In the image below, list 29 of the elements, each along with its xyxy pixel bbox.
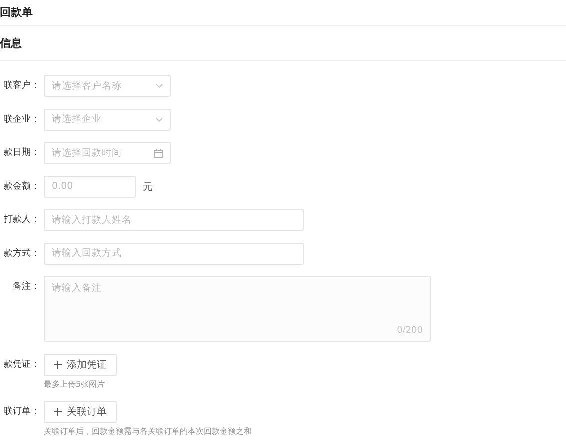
field-label: 打款人： (4, 214, 40, 227)
chevron-down-icon (156, 84, 163, 88)
field-label: 联订单： (4, 406, 40, 419)
calendar-icon (154, 148, 163, 158)
add-button[interactable]: 关联订单 (44, 401, 117, 423)
field-label: 联企业： (4, 114, 40, 126)
hint-text: 关联订单后，回款金额需与各关联订单的本次回款金额之和 (44, 426, 252, 437)
add-button[interactable]: 添加凭证 (44, 354, 117, 376)
field-label: 款方式： (4, 248, 40, 260)
text-field[interactable]: 请输入打款人姓名 (44, 209, 304, 231)
notes-field[interactable]: 请输入备注 0/200 (44, 276, 431, 342)
page-title: 回款单 (0, 5, 33, 20)
field-label: 款日期： (4, 146, 40, 160)
field-label: 联客户： (4, 80, 40, 93)
amount-field[interactable]: 0.00 (44, 176, 136, 198)
field-label: 款金额： (4, 180, 40, 194)
date-field[interactable]: 请选择回款时间 (44, 142, 171, 164)
plus-icon (54, 360, 62, 368)
select-field[interactable]: 请选择企业 (44, 108, 171, 130)
field-label: 款凭证： (4, 358, 40, 372)
field-label: 备注： (13, 280, 40, 294)
text-field[interactable]: 请输入回款方式 (44, 242, 304, 264)
section-title: 信息 (0, 36, 22, 50)
chevron-down-icon (156, 118, 163, 122)
char-counter: 0/200 (397, 326, 423, 336)
hint-text: 最多上传5张图片 (44, 378, 106, 390)
select-field[interactable]: 请选择客户名称 (44, 75, 171, 97)
plus-icon (54, 408, 62, 416)
unit-label: 元 (143, 180, 153, 194)
